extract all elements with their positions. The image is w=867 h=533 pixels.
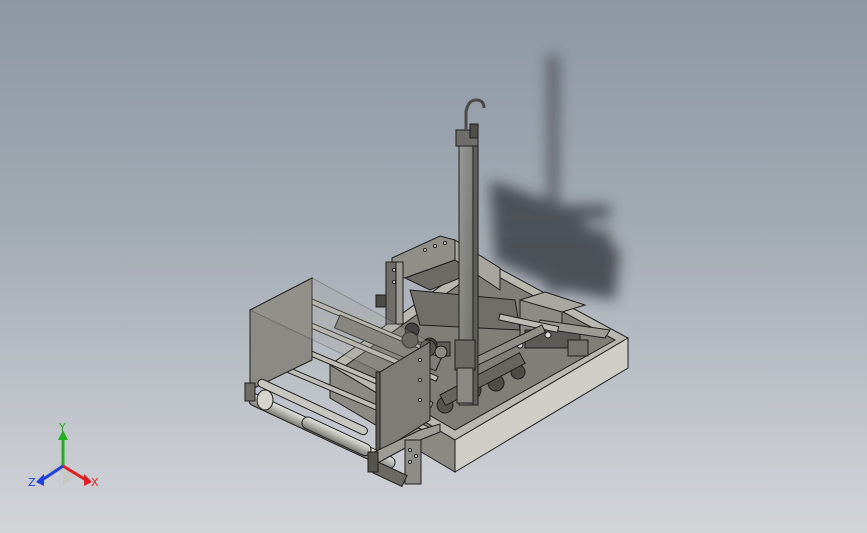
z-axis-label: Z <box>28 476 36 489</box>
model-view[interactable]: Y X Z <box>0 0 867 533</box>
x-axis-label: X <box>91 476 99 489</box>
machine-assembly[interactable] <box>244 98 630 488</box>
model-shadow <box>490 55 620 300</box>
z-axis[interactable] <box>36 464 64 486</box>
y-axis[interactable] <box>58 430 68 466</box>
view-triad[interactable]: Y X Z <box>28 421 99 489</box>
y-axis-label: Y <box>58 421 66 434</box>
graphics-viewport[interactable]: Y X Z <box>0 0 867 533</box>
